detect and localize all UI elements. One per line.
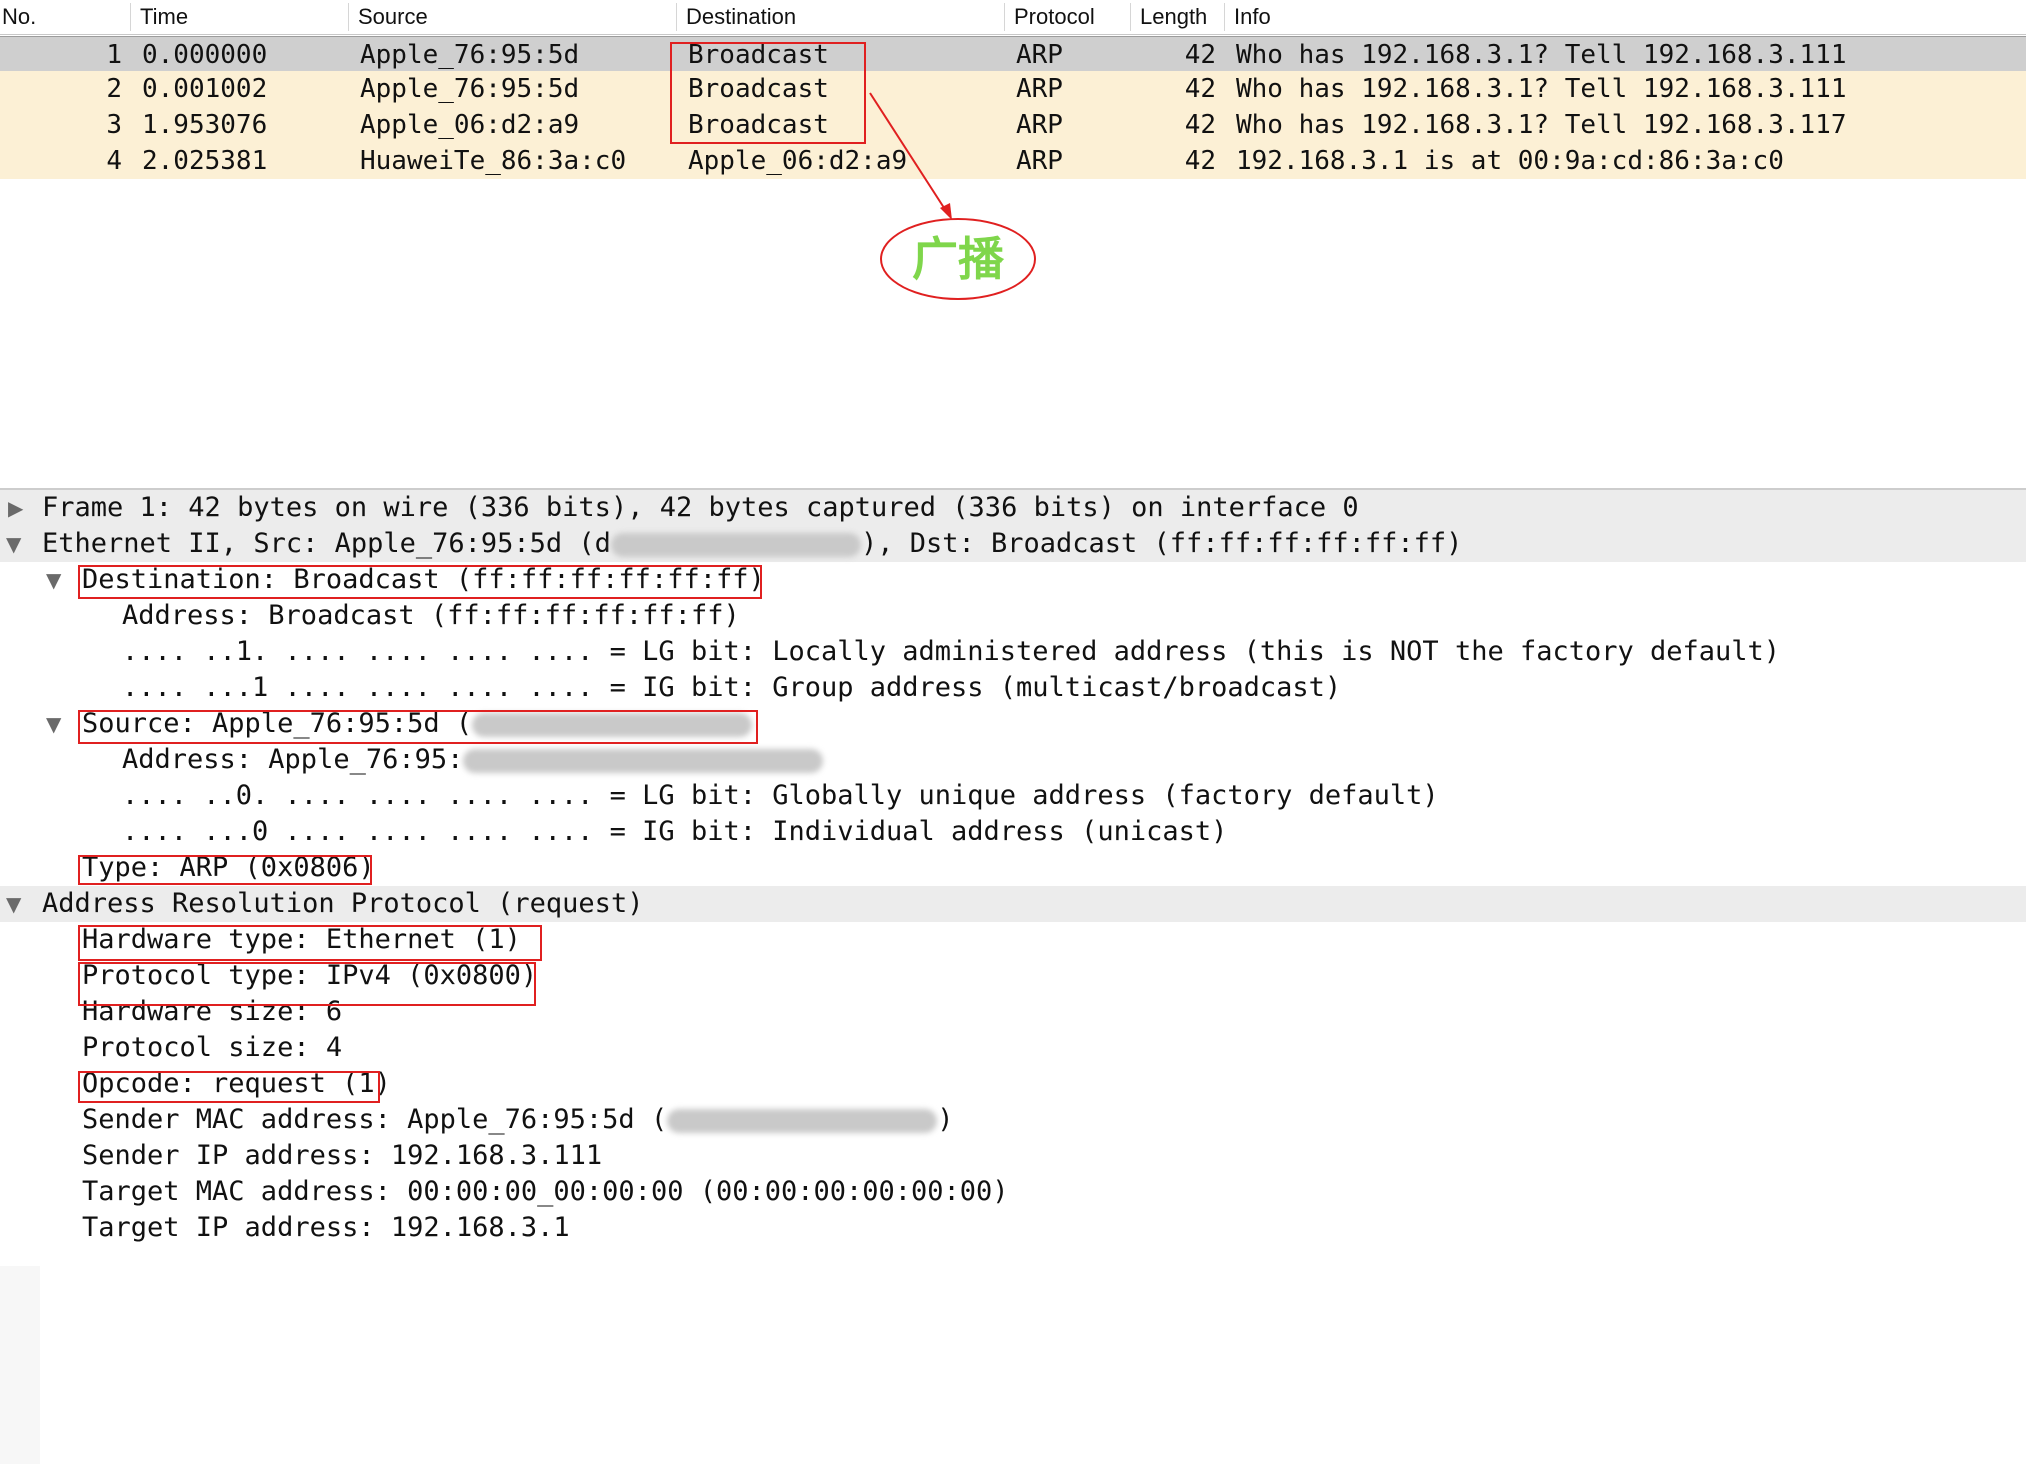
annotation-label: 广播 xyxy=(912,232,1004,286)
